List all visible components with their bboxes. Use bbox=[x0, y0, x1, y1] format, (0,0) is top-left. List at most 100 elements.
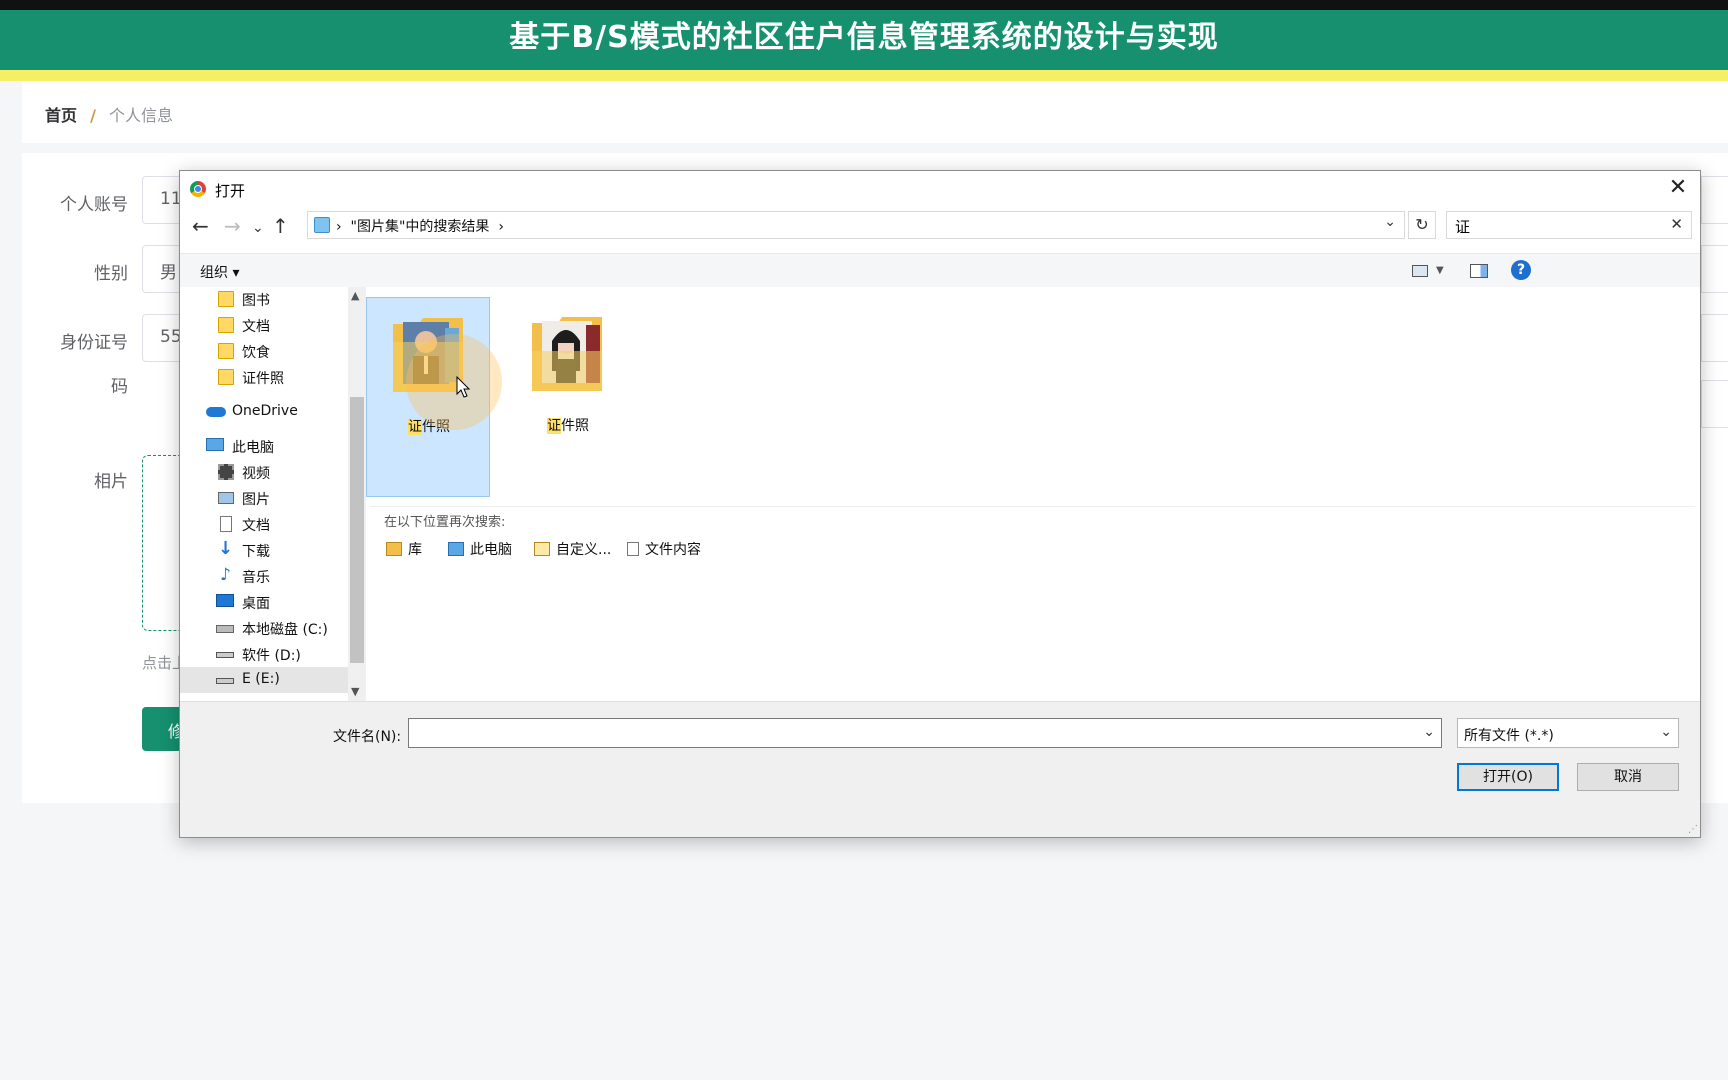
nav-item-drive-e[interactable]: E (E:) bbox=[180, 667, 348, 693]
search-highlight: 证 bbox=[547, 418, 561, 434]
nav-item-pictures[interactable]: 图片 bbox=[180, 485, 348, 511]
search-clear-icon[interactable]: ✕ bbox=[1670, 215, 1683, 233]
refresh-icon[interactable]: ↻ bbox=[1408, 211, 1436, 239]
drive-icon bbox=[216, 652, 234, 658]
gender-label: 性别 bbox=[94, 264, 128, 284]
nav-item-folder[interactable]: 饮食 bbox=[180, 338, 348, 364]
help-icon[interactable]: ? bbox=[1511, 260, 1531, 280]
filename-input[interactable]: ⌄ bbox=[408, 718, 1442, 748]
video-icon bbox=[218, 464, 234, 480]
address-bar[interactable]: › "图片集"中的搜索结果 › ⌄ bbox=[307, 211, 1405, 239]
address-trailing-chevron[interactable]: › bbox=[498, 219, 504, 235]
search-again-file-contents[interactable]: 文件内容 bbox=[627, 539, 701, 559]
nav-item-label: 此电脑 bbox=[232, 440, 274, 456]
id-number-field[interactable]: 55 bbox=[142, 314, 182, 362]
nav-item-label: 图片 bbox=[242, 492, 270, 508]
search-again-divider bbox=[370, 506, 1695, 507]
gender-field-right bbox=[1701, 245, 1728, 293]
command-bar: 组织 ▾ ▼ ? bbox=[180, 253, 1700, 287]
scroll-up-icon[interactable]: ▲ bbox=[351, 289, 359, 302]
resize-grip-icon[interactable]: ⋰ bbox=[1688, 824, 1698, 835]
nav-item-folder[interactable]: 图书 bbox=[180, 287, 348, 312]
nav-item-label: 文档 bbox=[242, 319, 270, 335]
open-button[interactable]: 打开(O) bbox=[1457, 763, 1559, 791]
close-icon[interactable]: ✕ bbox=[1664, 175, 1692, 203]
chrome-icon bbox=[190, 181, 206, 197]
search-results-folder-icon bbox=[314, 217, 330, 233]
computer-icon bbox=[206, 438, 224, 451]
header-accent-bar bbox=[0, 70, 1728, 81]
location-label: 此电脑 bbox=[470, 542, 512, 558]
address-path-text[interactable]: "图片集"中的搜索结果 bbox=[351, 219, 490, 235]
id-number-label: 身份证号 bbox=[60, 333, 128, 353]
dialog-title: 打开 bbox=[215, 182, 246, 200]
account-label: 个人账号 bbox=[60, 195, 128, 215]
cursor-highlight bbox=[406, 334, 502, 430]
nav-item-music[interactable]: ♪ 音乐 bbox=[180, 563, 348, 589]
result-name-rest: 件照 bbox=[561, 418, 589, 434]
account-field[interactable]: 11 bbox=[142, 176, 182, 224]
filename-dropdown-icon[interactable]: ⌄ bbox=[1423, 724, 1435, 740]
nav-item-documents[interactable]: 文档 bbox=[180, 511, 348, 537]
nav-item-label: 桌面 bbox=[242, 596, 270, 612]
gender-field[interactable]: 男 bbox=[142, 245, 182, 293]
nav-item-label: OneDrive bbox=[232, 403, 298, 419]
location-label: 自定义... bbox=[556, 542, 612, 558]
save-button[interactable]: 修 bbox=[142, 707, 184, 751]
search-highlight: 证 bbox=[408, 419, 422, 435]
view-dropdown-icon[interactable]: ▼ bbox=[1436, 265, 1444, 276]
nav-item-folder[interactable]: 证件照 bbox=[180, 364, 348, 390]
location-label: 库 bbox=[408, 542, 422, 558]
document-icon bbox=[627, 542, 639, 556]
filename-label: 文件名(N): bbox=[333, 729, 402, 745]
file-type-select[interactable]: 所有文件 (*.*) ⌄ bbox=[1457, 718, 1679, 748]
site-header: 基于B/S模式的社区住户信息管理系统的设计与实现 bbox=[0, 10, 1728, 70]
scroll-thumb[interactable] bbox=[350, 397, 364, 663]
search-again-libraries[interactable]: 库 bbox=[386, 539, 422, 559]
folder-icon bbox=[218, 343, 234, 359]
nav-item-label: 软件 (D:) bbox=[242, 648, 301, 664]
nav-item-downloads[interactable]: ↓ 下载 bbox=[180, 537, 348, 563]
file-type-value: 所有文件 (*.*) bbox=[1464, 728, 1554, 744]
nav-item-folder[interactable]: 文档 bbox=[180, 312, 348, 338]
cancel-button[interactable]: 取消 bbox=[1577, 763, 1679, 791]
nav-item-label: 下载 bbox=[242, 544, 270, 560]
up-arrow-icon[interactable]: ↑ bbox=[272, 215, 289, 237]
preview-pane-icon[interactable] bbox=[1470, 264, 1488, 278]
nav-item-drive-c[interactable]: 本地磁盘 (C:) bbox=[180, 615, 348, 641]
search-input[interactable]: 证 bbox=[1455, 216, 1470, 237]
search-box[interactable]: 证 ✕ bbox=[1446, 211, 1692, 239]
navigation-pane: 图书 文档 饮食 证件照 OneDrive 此电脑 视频 图片 文档 ↓ 下载 … bbox=[180, 287, 348, 701]
address-path: › "图片集"中的搜索结果 › bbox=[336, 216, 504, 236]
organize-menu[interactable]: 组织 ▾ bbox=[200, 262, 239, 282]
nav-item-label: E (E:) bbox=[242, 671, 280, 687]
recent-locations-chevron-icon[interactable]: ⌄ bbox=[252, 217, 264, 239]
address-dropdown-icon[interactable]: ⌄ bbox=[1384, 214, 1396, 230]
breadcrumb-card bbox=[22, 81, 1728, 143]
search-again-label: 在以下位置再次搜索: bbox=[384, 515, 506, 530]
picture-icon bbox=[218, 492, 234, 504]
breadcrumb-home[interactable]: 首页 bbox=[45, 106, 77, 125]
file-type-dropdown-icon: ⌄ bbox=[1660, 724, 1672, 740]
search-again-custom[interactable]: 自定义... bbox=[534, 539, 611, 559]
result-item-label: 证件照 bbox=[506, 415, 630, 435]
forward-arrow-icon[interactable]: → bbox=[224, 215, 241, 237]
library-icon bbox=[386, 542, 402, 556]
nav-item-drive-d[interactable]: 软件 (D:) bbox=[180, 641, 348, 667]
nav-item-desktop[interactable]: 桌面 bbox=[180, 589, 348, 615]
nav-item-this-pc[interactable]: 此电脑 bbox=[180, 433, 348, 459]
desktop-icon bbox=[216, 594, 234, 607]
result-item[interactable]: 证件照 bbox=[506, 297, 630, 497]
nav-pane-scrollbar[interactable]: ▲ ▼ bbox=[348, 287, 366, 701]
nav-item-label: 饮食 bbox=[242, 345, 270, 361]
drive-icon bbox=[216, 625, 234, 633]
search-again-this-pc[interactable]: 此电脑 bbox=[448, 539, 512, 559]
view-options-icon[interactable] bbox=[1412, 265, 1428, 277]
nav-item-videos[interactable]: 视频 bbox=[180, 459, 348, 485]
id-number-label-line2: 码 bbox=[111, 377, 128, 397]
back-arrow-icon[interactable]: ← bbox=[192, 215, 209, 237]
location-label: 文件内容 bbox=[645, 542, 701, 558]
folder-icon bbox=[218, 291, 234, 307]
nav-item-onedrive[interactable]: OneDrive bbox=[180, 399, 348, 425]
scroll-down-icon[interactable]: ▼ bbox=[351, 685, 359, 698]
